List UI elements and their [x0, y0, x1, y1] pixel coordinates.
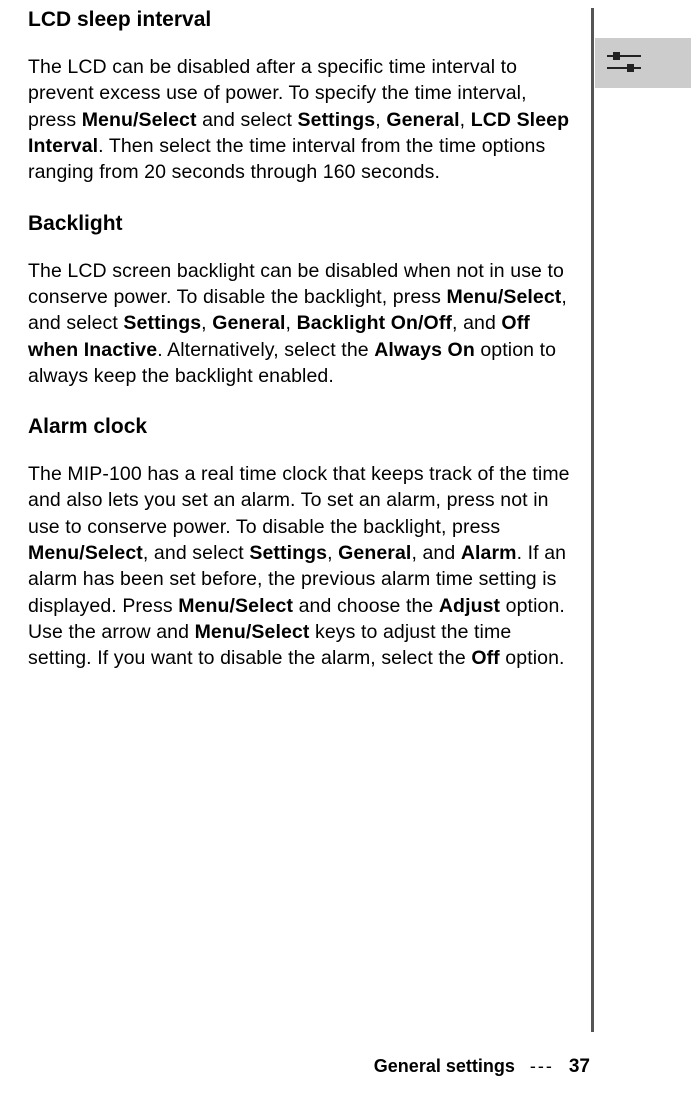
- text: and choose the: [293, 595, 439, 617]
- page-content: LCD sleep interval The LCD can be disabl…: [28, 8, 580, 698]
- bold-text: Backlight On/Off: [297, 312, 452, 334]
- footer-page-number: 37: [569, 1056, 590, 1077]
- text: The MIP-100 has a real time clock that k…: [28, 463, 570, 538]
- bold-text: General: [338, 542, 411, 564]
- bold-text: Menu/Select: [447, 286, 562, 308]
- text: ,: [201, 312, 212, 334]
- paragraph-backlight: The LCD screen backlight can be disabled…: [28, 258, 580, 390]
- text: , and select: [143, 542, 249, 564]
- text: ,: [286, 312, 297, 334]
- bold-text: Adjust: [439, 595, 500, 617]
- text: option.: [500, 647, 565, 669]
- text: ,: [327, 542, 338, 564]
- heading-backlight: Backlight: [28, 212, 580, 236]
- heading-alarm-clock: Alarm clock: [28, 415, 580, 439]
- bold-text: General: [386, 109, 459, 131]
- text: ,: [375, 109, 386, 131]
- bold-text: Off: [471, 647, 499, 669]
- text: . Then select the time interval from the…: [28, 135, 545, 183]
- text: . Alternatively, select the: [157, 339, 374, 361]
- bold-text: Always On: [374, 339, 475, 361]
- bold-text: Menu/Select: [178, 595, 293, 617]
- bold-text: Menu/Select: [28, 542, 143, 564]
- page-footer: General settings --- 37: [28, 1056, 590, 1078]
- bold-text: Menu/Select: [195, 621, 310, 643]
- bold-text: Alarm: [461, 542, 517, 564]
- document-page: LCD sleep interval The LCD can be disabl…: [0, 0, 691, 1112]
- footer-separator: ---: [530, 1056, 554, 1076]
- heading-lcd-sleep: LCD sleep interval: [28, 8, 580, 32]
- section-tab: [595, 38, 691, 88]
- text: and select: [197, 109, 298, 131]
- text: ,: [460, 109, 471, 131]
- bold-text: Settings: [298, 109, 376, 131]
- footer-section-name: General settings: [374, 1056, 515, 1076]
- text: , and: [411, 542, 460, 564]
- bold-text: Settings: [249, 542, 327, 564]
- bold-text: Settings: [123, 312, 201, 334]
- bold-text: General: [212, 312, 285, 334]
- paragraph-lcd-sleep: The LCD can be disabled after a specific…: [28, 54, 580, 186]
- sliders-icon: [607, 50, 641, 76]
- text: , and: [452, 312, 501, 334]
- paragraph-alarm-clock: The MIP-100 has a real time clock that k…: [28, 461, 580, 672]
- bold-text: Menu/Select: [82, 109, 197, 131]
- margin-rule: [591, 8, 594, 1032]
